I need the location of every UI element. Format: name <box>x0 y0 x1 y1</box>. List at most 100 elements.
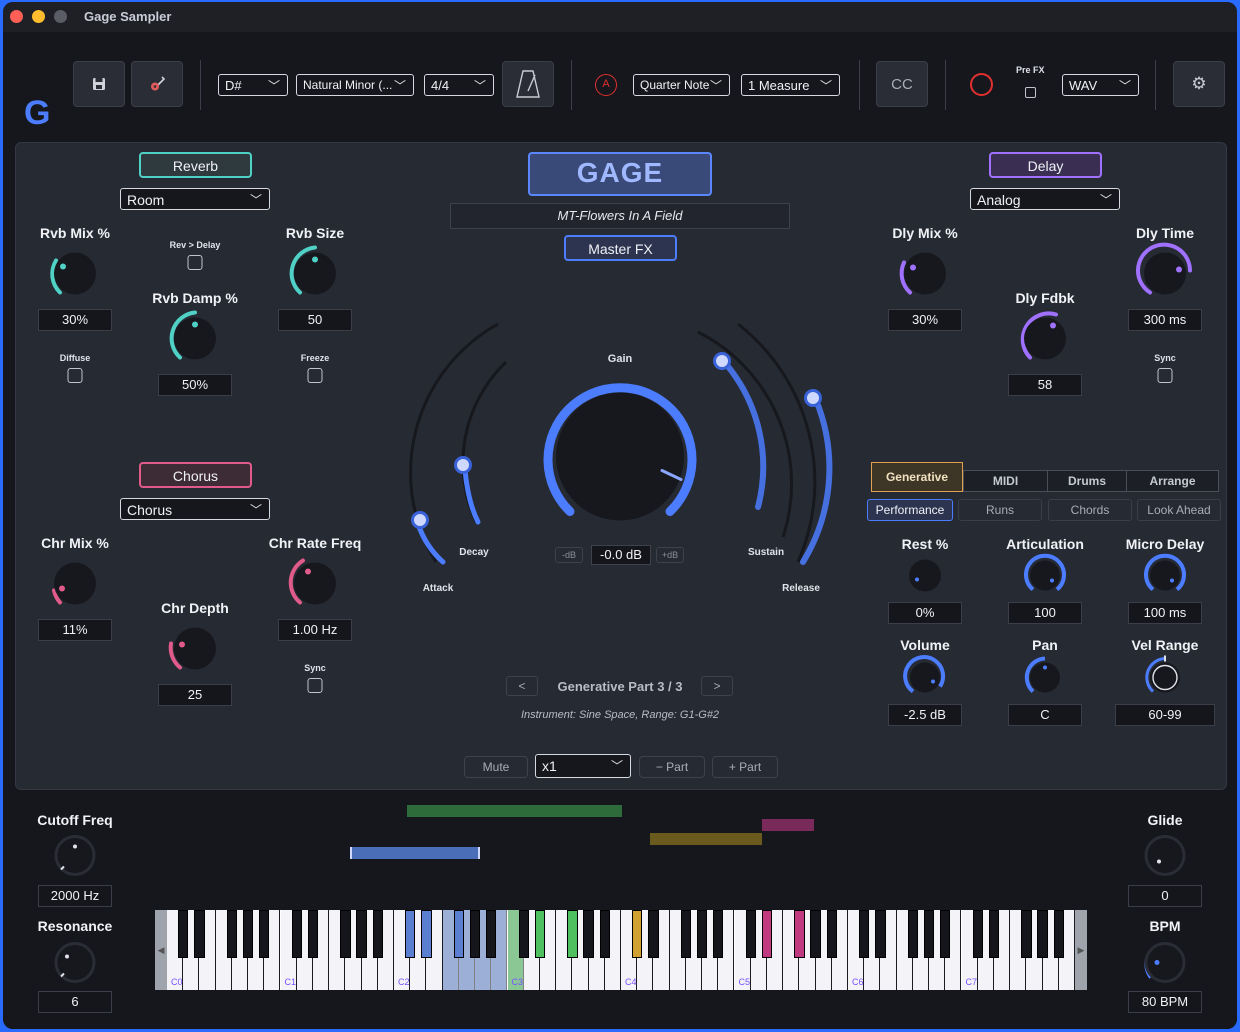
piano-black-key[interactable] <box>907 910 919 958</box>
chr-depth-knob[interactable] <box>162 616 228 687</box>
delay-type-select[interactable]: Analog ﹀ <box>970 188 1120 210</box>
remove-part-button[interactable]: − Part <box>639 756 705 778</box>
vel-range-knob[interactable] <box>1141 654 1189 707</box>
length-select[interactable]: 1 Measure ﹀ <box>741 74 840 96</box>
piano-black-key[interactable] <box>988 910 1000 958</box>
piano-black-key[interactable] <box>826 910 837 958</box>
attack-handle[interactable] <box>411 511 429 529</box>
dly-fdbk-value[interactable]: 58 <box>1008 374 1082 396</box>
scale-select[interactable]: Natural Minor (... ﹀ <box>296 74 414 96</box>
micro-delay-value[interactable]: 100 ms <box>1128 602 1202 624</box>
subtab-runs[interactable]: Runs <box>958 499 1042 521</box>
piano-black-key[interactable] <box>696 910 708 958</box>
subtab-performance[interactable]: Performance <box>867 499 953 521</box>
piano-black-key[interactable] <box>356 910 367 958</box>
rvb-size-knob[interactable] <box>282 241 348 312</box>
chr-depth-value[interactable]: 25 <box>158 684 232 706</box>
piano-black-key[interactable] <box>875 910 886 958</box>
dly-sync-checkbox[interactable] <box>1157 368 1173 383</box>
micro-delay-knob[interactable] <box>1141 552 1189 605</box>
chr-mix-knob[interactable] <box>42 551 108 622</box>
piano-black-key[interactable] <box>632 910 643 958</box>
format-select[interactable]: WAV ﹀ <box>1062 74 1139 96</box>
part-next-button[interactable]: > <box>701 676 733 696</box>
rest-knob[interactable] <box>901 552 949 605</box>
rvb-damp-knob[interactable] <box>162 306 228 377</box>
chorus-toggle[interactable]: Chorus <box>139 462 252 488</box>
rvb-mix-value[interactable]: 30% <box>38 309 112 331</box>
record-button[interactable] <box>970 73 993 96</box>
volume-value[interactable]: -2.5 dB <box>888 704 962 726</box>
piano-black-key[interactable] <box>859 910 870 958</box>
piano-black-key[interactable] <box>307 910 319 958</box>
articulation-value[interactable]: 100 <box>1008 602 1082 624</box>
cutoff-knob[interactable] <box>49 830 101 887</box>
piano-black-key[interactable] <box>486 910 497 958</box>
master-fx-button[interactable]: Master FX <box>564 235 677 261</box>
plus-db-button[interactable]: +dB <box>656 547 684 563</box>
piano-black-key[interactable] <box>1021 910 1032 958</box>
time-signature-select[interactable]: 4/4 ﹀ <box>424 74 494 96</box>
save-button[interactable] <box>73 61 125 107</box>
instrument-button[interactable] <box>131 61 183 107</box>
piano-black-key[interactable] <box>518 910 529 958</box>
tab-drums[interactable]: Drums <box>1047 470 1127 492</box>
piano-black-key[interactable] <box>972 910 983 958</box>
piano-black-key[interactable] <box>291 910 302 958</box>
diffuse-checkbox[interactable] <box>67 368 83 383</box>
subtab-chords[interactable]: Chords <box>1048 499 1132 521</box>
bpm-value[interactable]: 80 BPM <box>1128 991 1202 1013</box>
piano-black-key[interactable] <box>242 910 254 958</box>
piano-black-key[interactable] <box>340 910 351 958</box>
chr-mix-value[interactable]: 11% <box>38 619 112 641</box>
chorus-type-select[interactable]: Chorus ﹀ <box>120 498 270 520</box>
resonance-value[interactable]: 6 <box>38 991 112 1013</box>
piano-black-key[interactable] <box>648 910 659 958</box>
volume-knob[interactable] <box>901 654 949 707</box>
rvb-size-value[interactable]: 50 <box>278 309 352 331</box>
vel-range-value[interactable]: 60-99 <box>1115 704 1215 726</box>
piano-black-key[interactable] <box>810 910 821 958</box>
settings-button[interactable]: ⚙ <box>1173 61 1225 107</box>
cutoff-value[interactable]: 2000 Hz <box>38 885 112 907</box>
piano-black-key[interactable] <box>794 910 805 958</box>
piano-black-key[interactable] <box>421 910 432 958</box>
zoom-window-button[interactable] <box>54 10 67 23</box>
rest-value[interactable]: 0% <box>888 602 962 624</box>
piano-keyboard[interactable]: C0 C1 C2 C3 C4 C5 C6 C7 <box>167 910 1075 990</box>
chr-rate-value[interactable]: 1.00 Hz <box>278 619 352 641</box>
sustain-handle[interactable] <box>713 352 731 370</box>
piano-black-key[interactable] <box>761 910 773 958</box>
piano-black-key[interactable] <box>1037 910 1048 958</box>
pan-knob[interactable] <box>1021 654 1069 707</box>
dly-time-knob[interactable] <box>1132 241 1198 312</box>
rvb-mix-knob[interactable] <box>42 241 108 312</box>
piano-black-key[interactable] <box>940 910 951 958</box>
preset-name-box[interactable]: MT-Flowers In A Field <box>450 203 790 229</box>
close-window-button[interactable] <box>10 10 23 23</box>
glide-knob[interactable] <box>1139 830 1191 887</box>
keyboard-scroll-left[interactable]: ◀ <box>155 910 167 990</box>
cc-button[interactable]: CC <box>876 61 928 107</box>
reverb-type-select[interactable]: Room ﹀ <box>120 188 270 210</box>
piano-black-key[interactable] <box>713 910 724 958</box>
piano-black-key[interactable] <box>923 910 935 958</box>
piano-black-key[interactable] <box>534 910 546 958</box>
audition-icon[interactable]: A <box>595 74 617 96</box>
dly-time-value[interactable]: 300 ms <box>1128 309 1202 331</box>
gain-knob[interactable] <box>525 362 715 557</box>
piano-black-key[interactable] <box>405 910 416 958</box>
tab-generative[interactable]: Generative <box>871 462 963 492</box>
piano-black-key[interactable] <box>259 910 270 958</box>
pre-fx-checkbox[interactable] <box>1025 87 1036 98</box>
release-handle[interactable] <box>804 389 822 407</box>
delay-toggle[interactable]: Delay <box>989 152 1102 178</box>
quantize-select[interactable]: Quarter Note ﹀ <box>633 74 730 96</box>
piano-black-key[interactable] <box>453 910 465 958</box>
part-prev-button[interactable]: < <box>506 676 538 696</box>
dly-fdbk-knob[interactable] <box>1012 306 1078 377</box>
gain-value[interactable]: -0.0 dB <box>591 545 651 565</box>
piano-black-key[interactable] <box>583 910 594 958</box>
add-part-button[interactable]: + Part <box>712 756 778 778</box>
minus-db-button[interactable]: -dB <box>555 547 583 563</box>
